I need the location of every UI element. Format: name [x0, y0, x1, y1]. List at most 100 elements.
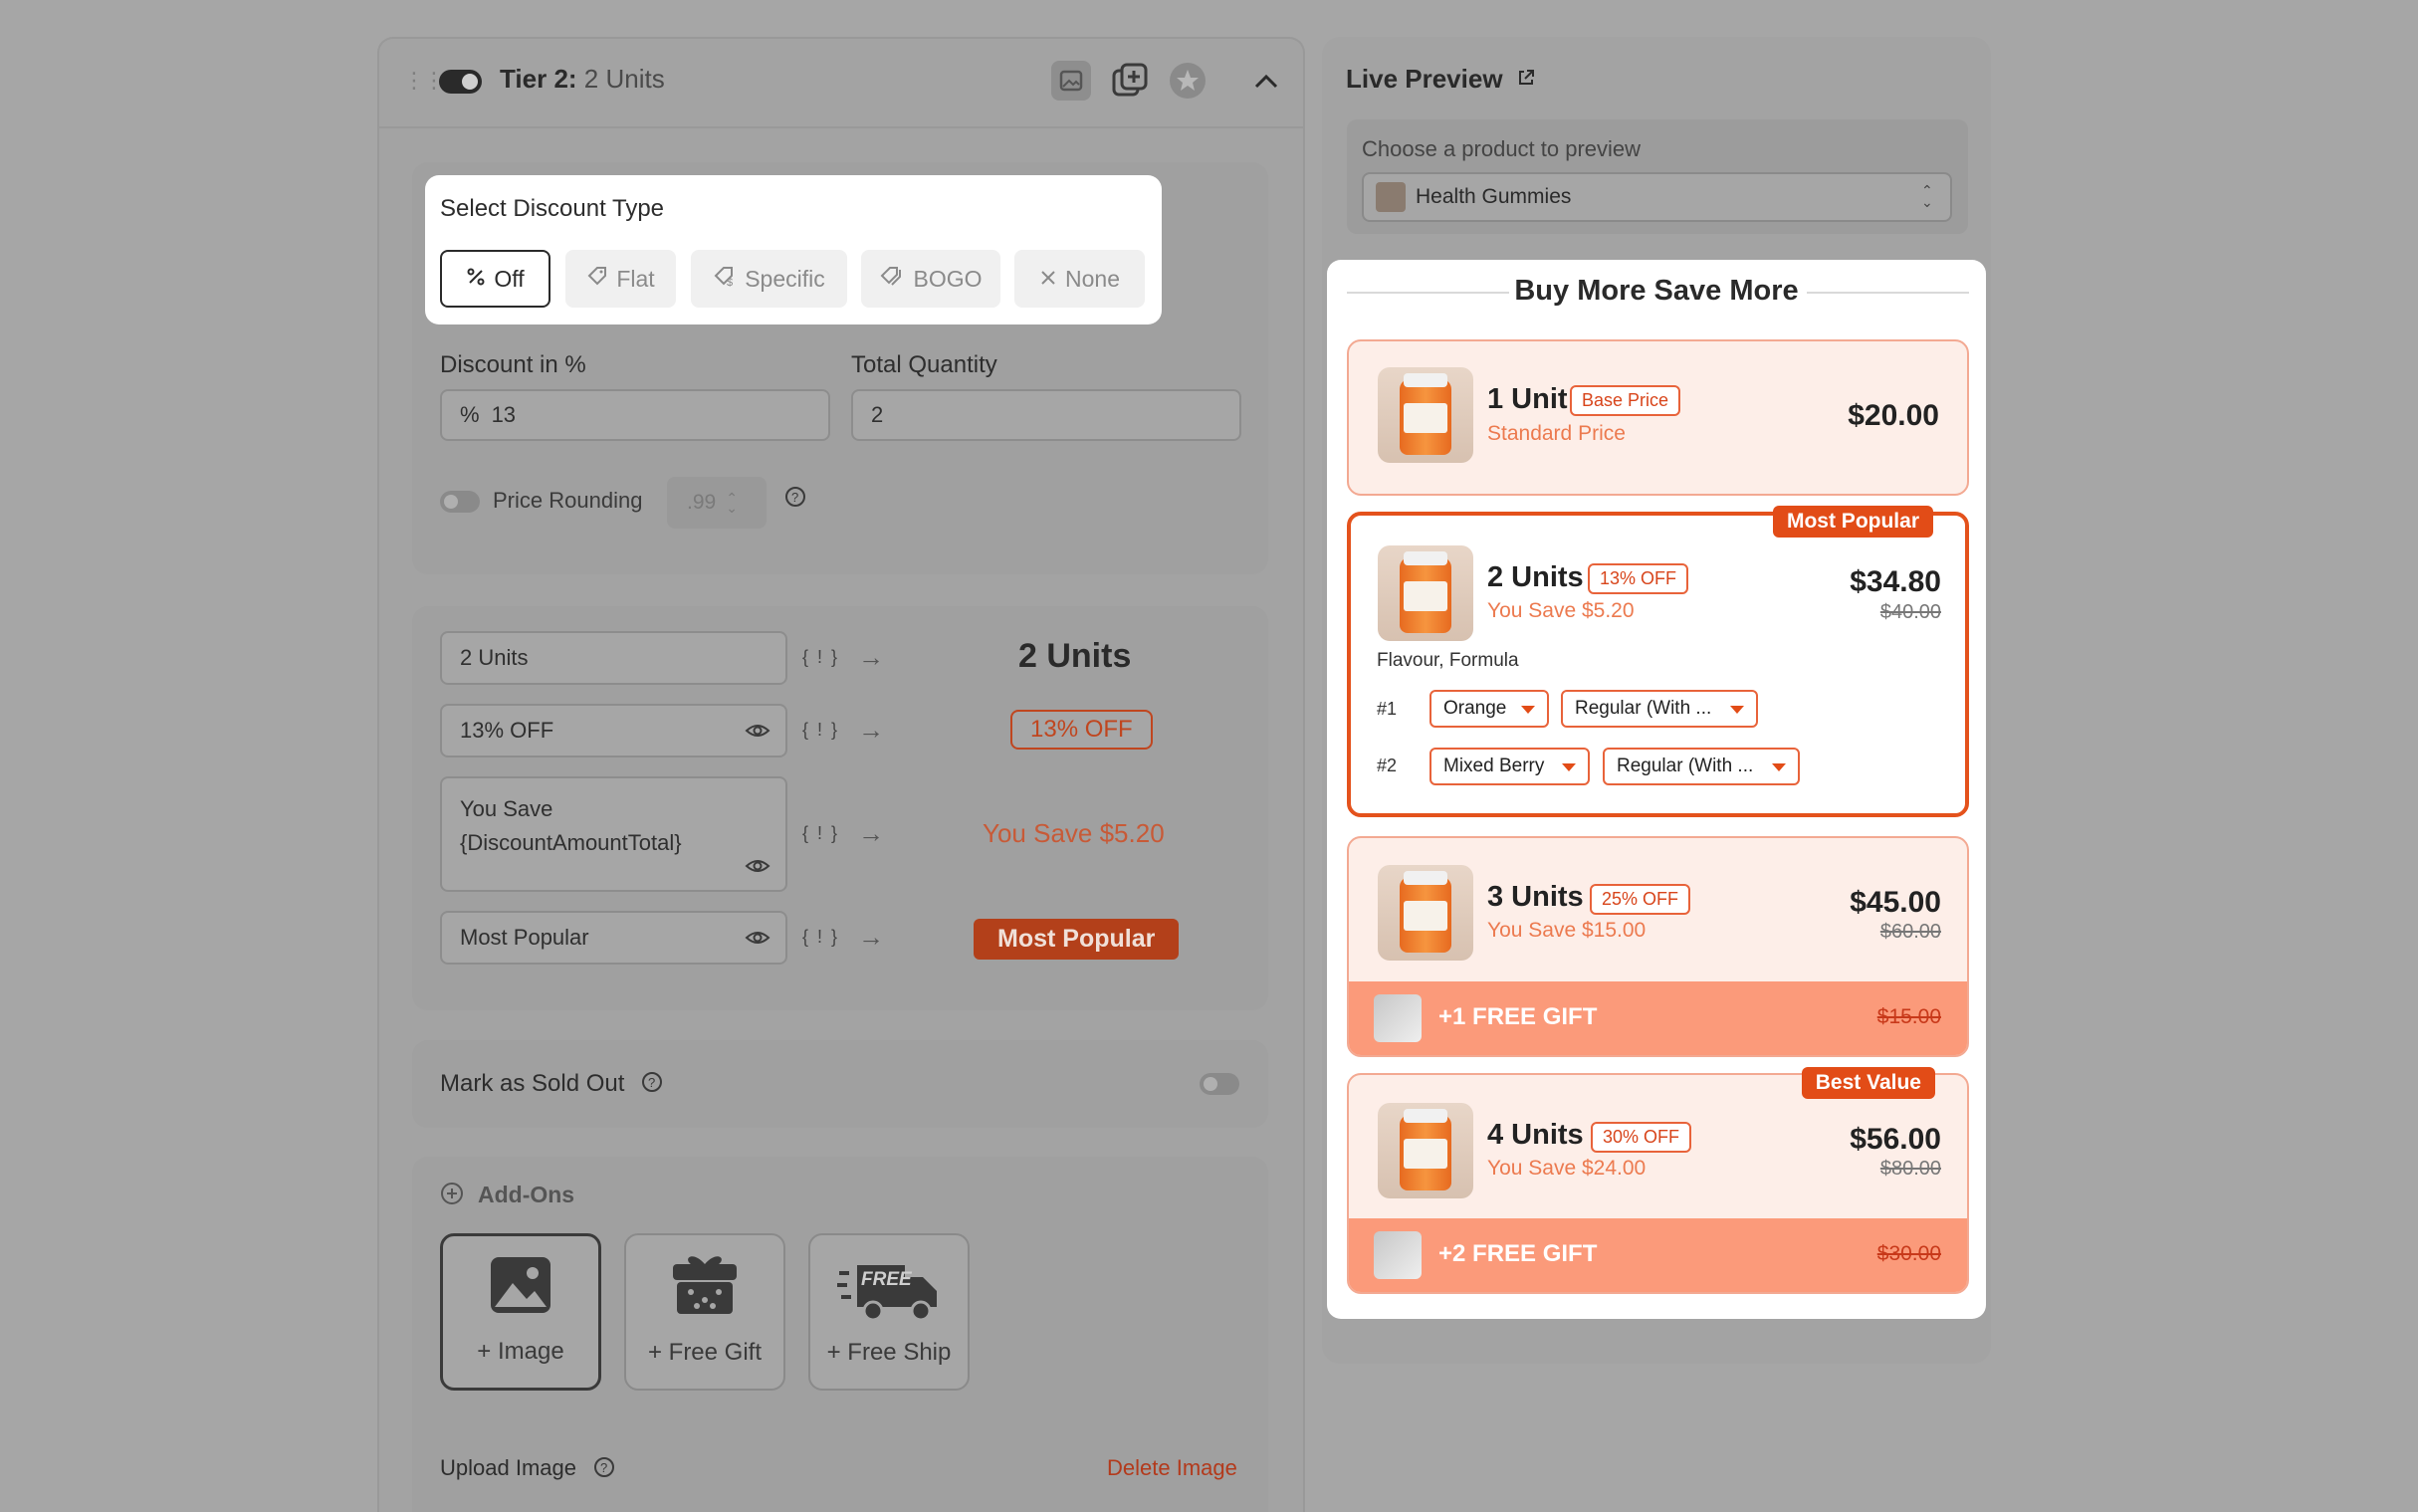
add-image-label: + Image	[477, 1338, 564, 1365]
tier-ribbon: Most Popular	[1772, 506, 1933, 538]
ribbon-text-input[interactable]: Most Popular	[440, 911, 787, 965]
add-circle-icon	[440, 1182, 464, 1210]
tier-units: 2 Units	[1487, 561, 1584, 593]
flavour-select[interactable]: Orange	[1429, 690, 1549, 728]
live-preview-title: Live Preview	[1346, 64, 1536, 95]
delete-image-link[interactable]: Delete Image	[1107, 1455, 1237, 1481]
caret-down-icon	[1772, 763, 1786, 771]
free-gift-label: +1 FREE GIFT	[1438, 1003, 1598, 1030]
help-icon[interactable]: ?	[641, 1071, 663, 1098]
variable-insert-button[interactable]: { ! }	[802, 927, 839, 948]
help-icon[interactable]: ?	[593, 1456, 615, 1483]
bundle-heading: Buy More Save More	[1514, 275, 1799, 307]
tier-price: $56.00	[1850, 1123, 1941, 1156]
price-rounding-label: Price Rounding	[493, 488, 643, 513]
star-icon[interactable]	[1168, 61, 1208, 101]
discount-type-specific-button[interactable]: $ Specific	[691, 250, 847, 308]
add-free-gift-label: + Free Gift	[647, 1339, 763, 1366]
badge-text-value: 13% OFF	[460, 718, 554, 743]
tier-enabled-toggle[interactable]	[439, 70, 482, 94]
tier-subtitle: Standard Price	[1487, 422, 1626, 445]
discount-type-bogo-button[interactable]: BOGO	[861, 250, 1000, 308]
drag-handle-icon[interactable]: ⋮⋮	[403, 68, 445, 94]
add-free-gift-button[interactable]: + Free Gift	[624, 1233, 785, 1391]
product-select[interactable]: Health Gummies ⌃ ⌄	[1362, 172, 1952, 222]
duplicate-icon[interactable]	[1110, 61, 1150, 101]
upload-image-label: Upload Image	[440, 1455, 576, 1480]
total-quantity-input[interactable]: 2	[851, 389, 1241, 441]
close-icon	[1039, 266, 1057, 293]
add-image-button[interactable]: + Image	[440, 1233, 601, 1391]
savings-text-input[interactable]: You Save {DiscountAmountTotal}	[440, 776, 787, 892]
discount-type-flat-button[interactable]: Flat	[565, 250, 676, 308]
product-image	[1378, 367, 1473, 463]
discount-type-label: Off	[494, 265, 525, 292]
badge-preview: 13% OFF	[1010, 710, 1153, 750]
eye-icon[interactable]	[745, 721, 770, 746]
bundle-tier-1[interactable]: 1 Unit Base Price Standard Price $20.00	[1347, 339, 1969, 496]
sold-out-label: Mark as Sold Out	[440, 1070, 625, 1097]
tier-old-price: $80.00	[1879, 1158, 1941, 1180]
gift-image	[1374, 994, 1422, 1042]
flavour-value: Mixed Berry	[1443, 756, 1545, 776]
tier-badge: 25% OFF	[1590, 884, 1691, 915]
tier-label: Tier 2:	[500, 64, 577, 94]
price-rounding-toggle[interactable]	[440, 491, 480, 513]
image-settings-icon[interactable]	[1051, 61, 1091, 101]
eye-icon[interactable]	[745, 928, 770, 953]
badge-text-input[interactable]: 13% OFF	[440, 704, 787, 757]
ribbon-preview: Most Popular	[974, 919, 1180, 960]
tier-old-price: $60.00	[1879, 921, 1941, 943]
chevron-up-icon[interactable]	[1246, 61, 1286, 101]
formula-select[interactable]: Regular (With ...	[1561, 690, 1758, 728]
arrow-right-icon: →	[858, 642, 884, 672]
flavour-select[interactable]: Mixed Berry	[1429, 748, 1590, 785]
variant-number: #2	[1377, 756, 1398, 775]
tier-units: 1 Unit	[1487, 383, 1568, 415]
price-rounding-select[interactable]: .99 ⌃ ⌄	[667, 477, 767, 529]
gift-icon	[671, 1250, 739, 1323]
discount-type-off-button[interactable]: Off	[440, 250, 550, 308]
formula-value: Regular (With ...	[1575, 698, 1712, 719]
choose-product-label: Choose a product to preview	[1362, 136, 1642, 161]
sold-out-toggle[interactable]	[1200, 1073, 1239, 1095]
external-link-icon[interactable]	[1516, 64, 1536, 94]
tag-icon	[586, 265, 608, 293]
tier-price: $45.00	[1850, 886, 1941, 919]
tier-badge: 30% OFF	[1591, 1122, 1692, 1153]
addons-heading: Add-Ons	[478, 1182, 575, 1207]
discount-type-none-button[interactable]: None	[1014, 250, 1145, 308]
discount-type-label: BOGO	[913, 265, 983, 292]
svg-text:?: ?	[648, 1075, 655, 1090]
bundle-tier-4[interactable]: Best Value 4 Units 30% OFF You Save $24.…	[1347, 1067, 1969, 1294]
variable-insert-button[interactable]: { ! }	[802, 647, 839, 668]
eye-icon[interactable]	[745, 856, 770, 881]
bundle-tier-2[interactable]: Most Popular 2 Units 13% OFF You Save $5…	[1347, 506, 1969, 817]
tier-units: 3 Units	[1487, 881, 1584, 913]
discount-percent-input[interactable]: % 13	[440, 389, 830, 441]
tier-subtitle: You Save $24.00	[1487, 1157, 1647, 1180]
ribbon-text-value: Most Popular	[460, 925, 589, 950]
tier-name: 2 Units	[583, 64, 665, 94]
caret-down-icon	[1521, 706, 1535, 714]
dollar-tag-icon: $	[713, 265, 737, 293]
bundle-tier-3[interactable]: 3 Units 25% OFF You Save $15.00 $45.00 $…	[1347, 836, 1969, 1057]
product-image	[1378, 865, 1473, 961]
units-text-input[interactable]: 2 Units	[440, 631, 787, 685]
help-icon[interactable]: ?	[784, 486, 806, 513]
caret-down-icon	[1730, 706, 1744, 714]
svg-text:?: ?	[600, 1460, 607, 1475]
product-image	[1378, 1103, 1473, 1198]
product-thumbnail	[1376, 182, 1406, 212]
percent-prefix: %	[460, 402, 480, 427]
discount-percent-label: Discount in %	[440, 351, 586, 378]
discount-type-label: Flat	[616, 265, 655, 292]
units-preview: 2 Units	[1018, 637, 1132, 675]
variable-insert-button[interactable]: { ! }	[802, 823, 839, 844]
discount-type-label: Specific	[745, 265, 825, 292]
tags-icon	[879, 265, 905, 293]
variable-insert-button[interactable]: { ! }	[802, 720, 839, 741]
add-free-ship-button[interactable]: FREE + Free Ship	[808, 1233, 970, 1391]
formula-select[interactable]: Regular (With ...	[1603, 748, 1800, 785]
tier-price: $20.00	[1848, 399, 1939, 432]
